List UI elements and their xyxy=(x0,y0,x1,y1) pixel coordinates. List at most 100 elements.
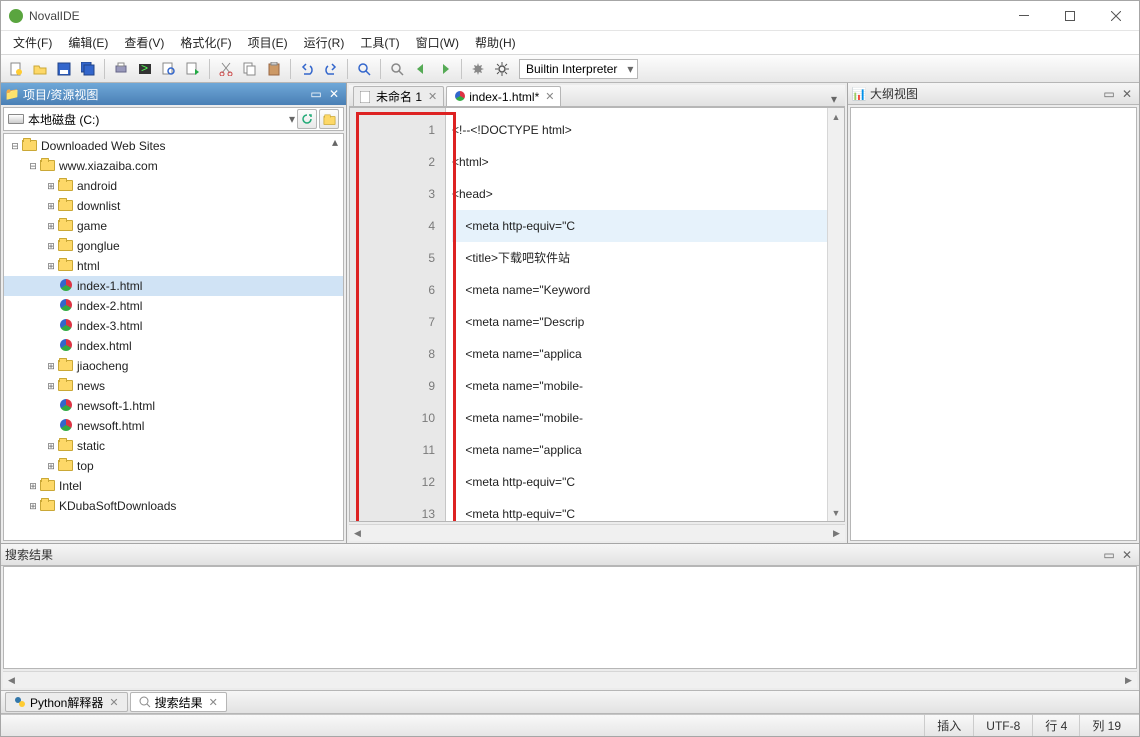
tree-item[interactable]: newsoft-1.html xyxy=(4,396,343,416)
tab-close-icon[interactable]: ✕ xyxy=(109,696,118,709)
expand-icon[interactable]: ⊞ xyxy=(44,239,58,253)
scroll-right-icon[interactable]: ▶ xyxy=(828,525,845,541)
tree-item[interactable]: ⊞news xyxy=(4,376,343,396)
menu-w[interactable]: 窗口(W) xyxy=(408,31,467,54)
panel-minimize-icon[interactable]: ▭ xyxy=(1101,547,1117,563)
save-all-button[interactable] xyxy=(77,58,99,80)
collapse-icon[interactable]: ⊟ xyxy=(8,139,22,153)
cut-button[interactable] xyxy=(215,58,237,80)
redo-button[interactable] xyxy=(320,58,342,80)
refresh-button[interactable] xyxy=(297,109,317,129)
copy-button[interactable] xyxy=(239,58,261,80)
panel-close-icon[interactable]: ✕ xyxy=(326,86,342,102)
project-panel-title: 项目/资源视图 xyxy=(23,86,98,103)
expand-icon[interactable]: ⊞ xyxy=(44,359,58,373)
menu-e[interactable]: 项目(E) xyxy=(240,31,296,54)
expand-icon[interactable]: ⊞ xyxy=(26,479,40,493)
tree-item[interactable]: ⊞KDubaSoftDownloads xyxy=(4,496,343,516)
menu-h[interactable]: 帮助(H) xyxy=(467,31,524,54)
print-button[interactable] xyxy=(110,58,132,80)
tree-item[interactable]: ⊞android xyxy=(4,176,343,196)
open-file-button[interactable] xyxy=(29,58,51,80)
interpreter-select[interactable]: Builtin Interpreter xyxy=(519,59,638,79)
menu-r[interactable]: 运行(R) xyxy=(296,31,353,54)
tree-item[interactable]: ⊞game xyxy=(4,216,343,236)
expand-icon[interactable]: ⊞ xyxy=(44,219,58,233)
html-file-icon xyxy=(58,279,74,293)
tree-item[interactable]: ⊞jiaocheng xyxy=(4,356,343,376)
file-tree[interactable]: ▴ ⊟Downloaded Web Sites⊟www.xiazaiba.com… xyxy=(3,133,344,541)
expand-icon[interactable]: ⊞ xyxy=(44,179,58,193)
panel-close-icon[interactable]: ✕ xyxy=(1119,547,1135,563)
find-button[interactable] xyxy=(386,58,408,80)
menu-t[interactable]: 工具(T) xyxy=(352,31,407,54)
scroll-down-icon[interactable]: ▼ xyxy=(828,504,844,521)
tree-item[interactable]: index-2.html xyxy=(4,296,343,316)
panel-close-icon[interactable]: ✕ xyxy=(1119,86,1135,102)
editor-tab[interactable]: index-1.html*✕ xyxy=(446,86,561,106)
search-hscrollbar[interactable]: ◀ ▶ xyxy=(3,671,1137,688)
debug-button[interactable] xyxy=(467,58,489,80)
find-in-files-button[interactable] xyxy=(158,58,180,80)
zoom-out-button[interactable] xyxy=(353,58,375,80)
tabs-dropdown-icon[interactable]: ▾ xyxy=(827,92,841,106)
close-button[interactable] xyxy=(1093,1,1139,30)
tree-item[interactable]: index.html xyxy=(4,336,343,356)
scroll-up-icon[interactable]: ▲ xyxy=(828,108,844,125)
editor-area[interactable]: 12345678910111213 <!--<!DOCTYPE html><ht… xyxy=(349,107,845,522)
folder-button[interactable] xyxy=(319,109,339,129)
tab-close-icon[interactable]: ✕ xyxy=(428,90,437,103)
tab-close-icon[interactable]: ✕ xyxy=(209,696,218,709)
collapse-icon[interactable]: ⊟ xyxy=(26,159,40,173)
scroll-up-icon[interactable]: ▴ xyxy=(327,134,343,150)
menu-e[interactable]: 编辑(E) xyxy=(60,31,116,54)
menu-f[interactable]: 文件(F) xyxy=(5,31,60,54)
minimize-button[interactable] xyxy=(1001,1,1047,30)
scroll-right-icon[interactable]: ▶ xyxy=(1120,672,1137,688)
editor-tabs: 未命名 1✕index-1.html*✕ ▾ xyxy=(349,85,845,107)
scroll-left-icon[interactable]: ◀ xyxy=(3,672,20,688)
maximize-button[interactable] xyxy=(1047,1,1093,30)
panel-minimize-icon[interactable]: ▭ xyxy=(308,86,324,102)
paste-button[interactable] xyxy=(263,58,285,80)
editor-panel: 未命名 1✕index-1.html*✕ ▾ 12345678910111213 … xyxy=(347,83,847,543)
bottom-tab[interactable]: Python解释器✕ xyxy=(5,692,128,712)
new-file-button[interactable] xyxy=(5,58,27,80)
settings-button[interactable] xyxy=(491,58,513,80)
tree-item[interactable]: ⊞html xyxy=(4,256,343,276)
tree-item[interactable]: ⊞downlist xyxy=(4,196,343,216)
save-button[interactable] xyxy=(53,58,75,80)
scroll-left-icon[interactable]: ◀ xyxy=(349,525,366,541)
expand-icon[interactable]: ⊞ xyxy=(44,199,58,213)
tree-item[interactable]: ⊟Downloaded Web Sites xyxy=(4,136,343,156)
menu-f[interactable]: 格式化(F) xyxy=(172,31,239,54)
drive-selector[interactable]: 本地磁盘 (C:) ▾ xyxy=(3,107,344,131)
tree-item[interactable]: ⊞top xyxy=(4,456,343,476)
panel-minimize-icon[interactable]: ▭ xyxy=(1101,86,1117,102)
editor-tab[interactable]: 未命名 1✕ xyxy=(353,86,444,106)
editor-vscrollbar[interactable]: ▲ ▼ xyxy=(827,108,844,521)
run-script-button[interactable] xyxy=(182,58,204,80)
tree-item[interactable]: ⊞Intel xyxy=(4,476,343,496)
tree-item[interactable]: newsoft.html xyxy=(4,416,343,436)
editor-hscrollbar[interactable]: ◀ ▶ xyxy=(349,524,845,541)
tree-item[interactable]: ⊟www.xiazaiba.com xyxy=(4,156,343,176)
bottom-tab[interactable]: 搜索结果✕ xyxy=(130,692,227,712)
tree-item[interactable]: ⊞static xyxy=(4,436,343,456)
expand-icon[interactable]: ⊞ xyxy=(44,459,58,473)
tab-close-icon[interactable]: ✕ xyxy=(545,90,554,103)
outline-icon: 📊 xyxy=(852,87,866,101)
back-button[interactable] xyxy=(410,58,432,80)
terminal-button[interactable]: > xyxy=(134,58,156,80)
undo-button[interactable] xyxy=(296,58,318,80)
expand-icon[interactable]: ⊞ xyxy=(44,379,58,393)
menu-v[interactable]: 查看(V) xyxy=(116,31,172,54)
expand-icon[interactable]: ⊞ xyxy=(26,499,40,513)
expand-icon[interactable]: ⊞ xyxy=(44,259,58,273)
tree-item[interactable]: index-3.html xyxy=(4,316,343,336)
code-area[interactable]: <!--<!DOCTYPE html><html><head> <meta ht… xyxy=(446,108,827,521)
expand-icon[interactable]: ⊞ xyxy=(44,439,58,453)
forward-button[interactable] xyxy=(434,58,456,80)
tree-item[interactable]: index-1.html xyxy=(4,276,343,296)
tree-item[interactable]: ⊞gonglue xyxy=(4,236,343,256)
